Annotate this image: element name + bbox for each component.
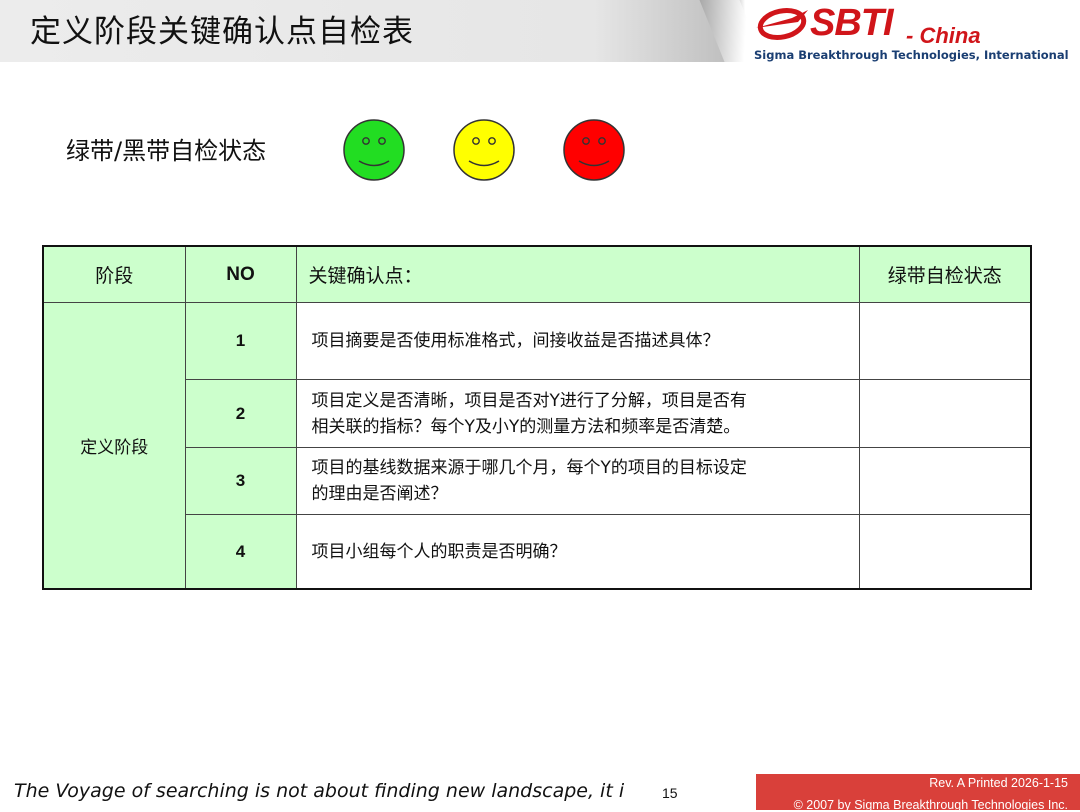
phase-cell: 定义阶段 — [42, 302, 186, 590]
table-header-row: 阶段 NO 关键确认点： 绿带自检状态 — [42, 245, 1032, 303]
logo-region: - China — [906, 23, 981, 48]
self-check-status-label: 绿带/黑带自检状态 — [66, 137, 267, 165]
table-row: 2 项目定义是否清晰，项目是否对Y进行了分解，项目是否有 相关联的指标？每个Y及… — [43, 379, 1032, 448]
smiley-yellow-icon — [453, 119, 515, 181]
key-point-line: 项目摘要是否使用标准格式，间接收益是否描述具体？ — [311, 331, 720, 351]
smiley-green-icon — [343, 119, 405, 181]
header-phase: 阶段 — [42, 245, 186, 303]
status-cell[interactable] — [858, 514, 1032, 590]
key-point-line: 的理由是否阐述？ — [311, 484, 448, 504]
key-point-line: 相关联的指标？每个Y及小Y的测量方法和频率是否清楚。 — [311, 416, 741, 437]
page-number: 15 — [662, 785, 678, 801]
row-number: 2 — [184, 379, 297, 448]
row-number: 1 — [184, 302, 297, 380]
status-cell[interactable] — [858, 302, 1032, 380]
header-no: NO — [184, 245, 297, 303]
table-row: 4 项目小组每个人的职责是否明确？ — [43, 514, 1032, 590]
table-row: 定义阶段 1 项目摘要是否使用标准格式，间接收益是否描述具体？ — [42, 302, 1032, 590]
logo-brand: SBTI — [810, 2, 894, 44]
key-point-cell: 项目的基线数据来源于哪几个月，每个Y的项目的目标设定 的理由是否阐述？ — [295, 447, 860, 515]
sbti-logo: SBTI - China Sigma Breakthrough Technolo… — [752, 2, 1072, 64]
logo-tagline: Sigma Breakthrough Technologies, Interna… — [754, 48, 1069, 62]
revision-text: Rev. A Printed 2026-1-15 — [929, 776, 1068, 790]
footer-quote: The Voyage of searching is not about fin… — [14, 780, 624, 802]
page-title: 定义阶段关键确认点自检表 — [30, 14, 414, 50]
smiley-red-icon — [563, 119, 625, 181]
row-number: 3 — [184, 447, 297, 515]
header-self-check-status: 绿带自检状态 — [858, 245, 1032, 303]
header-key-point: 关键确认点： — [295, 245, 860, 303]
key-point-cell: 项目小组每个人的职责是否明确？ — [295, 514, 860, 590]
table-row: 3 项目的基线数据来源于哪几个月，每个Y的项目的目标设定 的理由是否阐述？ — [43, 447, 1032, 515]
footer-band: Rev. A Printed 2026-1-15 © 2007 by Sigma… — [756, 774, 1080, 812]
status-cell[interactable] — [858, 447, 1032, 515]
row-number: 4 — [184, 514, 297, 590]
key-point-line: 项目的基线数据来源于哪几个月，每个Y的项目的目标设定 — [311, 458, 747, 478]
key-point-cell: 项目摘要是否使用标准格式，间接收益是否描述具体？ — [295, 302, 860, 380]
key-point-cell: 项目定义是否清晰，项目是否对Y进行了分解，项目是否有 相关联的指标？每个Y及小Y… — [295, 379, 860, 448]
checklist-table: 阶段 NO 关键确认点： 绿带自检状态 定义阶段 1 项目摘要是否使用标准格式，… — [42, 245, 1032, 590]
status-cell[interactable] — [858, 379, 1032, 448]
key-point-line: 项目定义是否清晰，项目是否对Y进行了分解，项目是否有 — [311, 390, 747, 411]
key-point-line: 项目小组每个人的职责是否明确？ — [311, 541, 567, 562]
